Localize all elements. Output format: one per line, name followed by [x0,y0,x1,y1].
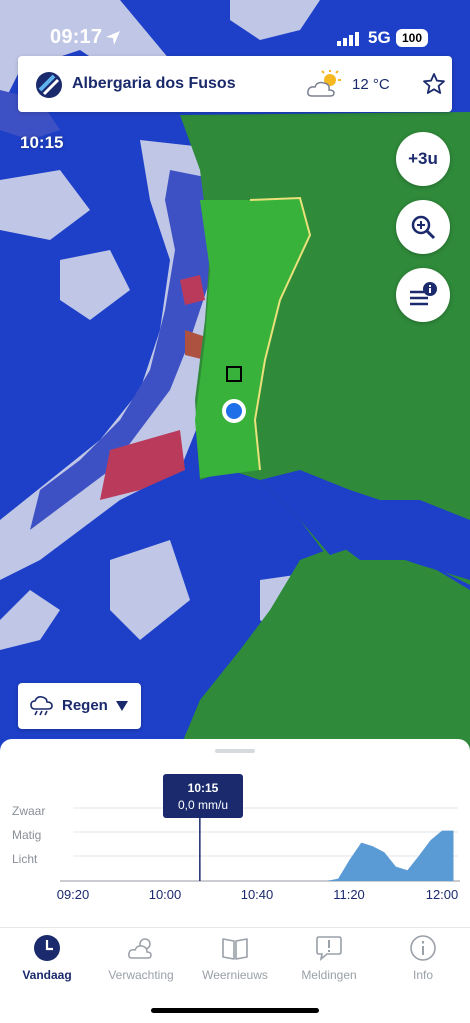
status-time: 09:17 [50,26,103,48]
category-licht: Licht [12,852,38,866]
favorite-star-icon[interactable] [422,72,446,96]
category-matig: Matig [12,828,42,842]
clock-icon [34,935,60,961]
time-tooltip: 10:15 0,0 mm/u [163,774,243,818]
tab-weernieuws[interactable]: Weernieuws [188,934,282,982]
signal-icon [337,32,359,46]
app-logo-icon [36,72,62,98]
layer-select[interactable]: Regen [18,683,141,729]
location-card[interactable]: Albergaria dos Fusos 12 °C [18,56,452,112]
tab-label: Meldingen [301,968,357,982]
x-tick: 10:40 [240,887,274,902]
tab-vandaag[interactable]: Vandaag [0,934,94,982]
plus-3h-label: +3u [408,149,438,168]
tab-label: Weernieuws [202,968,268,982]
tooltip-value: 0,0 mm/u [177,798,228,812]
home-indicator [151,1008,319,1013]
zoom-in-icon [411,215,436,240]
alert-bubble-icon [316,936,342,962]
legend-button[interactable] [396,268,450,322]
tab-info[interactable]: Info [376,934,470,982]
tab-label: Vandaag [22,968,72,982]
tab-label: Verwachting [108,968,174,982]
location-arrow-icon [106,31,120,45]
tab-label: Info [412,968,433,982]
book-icon [222,938,248,960]
chevron-down-icon [116,701,128,711]
forecast-sheet[interactable]: Zwaar Matig Licht 09:20 10:00 10:40 11:2… [0,739,470,927]
category-zwaar: Zwaar [12,804,46,818]
x-tick: 10:00 [148,887,182,902]
status-bar: 09:17 5G 100 [0,0,470,56]
map-time: 10:15 [20,133,64,152]
battery-icon: 100 [396,29,428,47]
radar-map[interactable] [0,0,470,760]
x-tick: 12:00 [425,887,459,902]
legend-info-icon [410,282,437,306]
partly-cloudy-icon [307,70,341,97]
cloud-sun-icon [128,938,152,959]
location-name: Albergaria dos Fusos [72,75,236,92]
x-tick: 09:20 [56,887,90,902]
layer-label: Regen [62,697,108,714]
x-tick: 11:20 [333,887,365,902]
tab-meldingen[interactable]: Meldingen [282,934,376,982]
info-icon [410,935,436,961]
zoom-button[interactable] [396,200,450,254]
rain-cloud-icon [30,696,53,716]
network-type: 5G [368,28,391,47]
tooltip-time: 10:15 [187,781,219,795]
plus-3h-button[interactable]: +3u [396,132,450,186]
tab-verwachting[interactable]: Verwachting [94,934,188,982]
temperature: 12 °C [352,76,390,93]
